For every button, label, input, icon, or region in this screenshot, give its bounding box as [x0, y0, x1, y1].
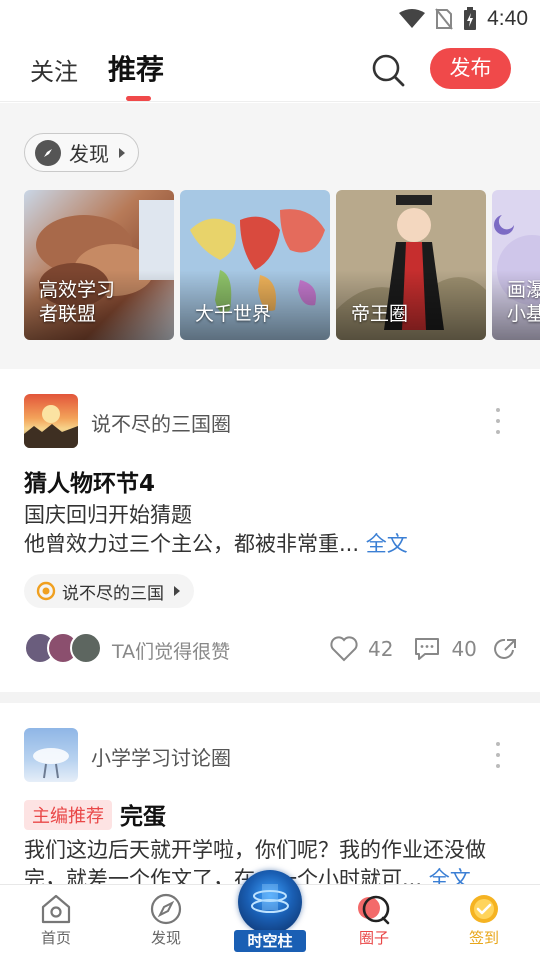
circle-cards: 高效学习 者联盟 大千世界 帝王圈 画瀑 小基 — [24, 190, 540, 340]
nav-discover[interactable]: 发现 — [126, 893, 206, 948]
tab-follow[interactable]: 关注 — [30, 52, 78, 87]
editor-pick-badge: 主编推荐 — [24, 800, 112, 830]
battery-charging-icon — [464, 7, 477, 30]
post-title: 猜人物环节4 — [24, 471, 156, 497]
nav-label: 发现 — [150, 929, 181, 947]
more-options-icon[interactable] — [494, 408, 502, 434]
circle-card-world[interactable]: 大千世界 — [180, 190, 330, 340]
card-label: 者联盟 — [39, 303, 97, 325]
discover-section: 发现 高效学习 者联盟 大千世界 帝王圈 画瀑 小基 — [0, 103, 540, 369]
post-title: 完蛋 — [120, 804, 166, 830]
share-icon[interactable] — [493, 636, 519, 662]
circle-target-icon — [36, 581, 56, 601]
post-card[interactable]: 说不尽的三国圈 猜人物环节4 国庆回归开始猜题 他曾效力过三个主公，都被非常重.… — [0, 370, 540, 692]
chevron-right-icon — [119, 147, 125, 158]
tab-recommend[interactable]: 推荐 — [108, 48, 164, 88]
home-icon — [41, 894, 71, 924]
post-body-line: 他曾效力过三个主公，都被非常重... — [24, 532, 360, 556]
discover-chip[interactable]: 发现 — [24, 133, 139, 172]
no-sim-icon — [435, 8, 453, 30]
circle-chat-icon — [358, 895, 390, 925]
nav-portal-label[interactable]: 时空柱 — [234, 930, 306, 952]
card-label: 帝王圈 — [351, 303, 409, 325]
comment-count: 40 — [451, 637, 477, 661]
circle-card-painting[interactable]: 画瀑 小基 — [492, 190, 540, 340]
more-options-icon[interactable] — [494, 742, 502, 768]
post-body: 国庆回归开始猜题 他曾效力过三个主公，都被非常重... 全文 — [24, 501, 516, 559]
card-label: 大千世界 — [195, 303, 272, 325]
circle-avatar[interactable] — [24, 394, 78, 448]
comment-icon[interactable] — [413, 636, 441, 662]
likers-avatars[interactable] — [24, 632, 104, 664]
post-title-row: 主编推荐 完蛋 — [24, 797, 166, 831]
nav-label: 圈子 — [358, 929, 389, 947]
status-bar: 4:40 — [0, 0, 540, 38]
post-stats: 42 40 — [330, 636, 519, 662]
compass-icon — [150, 893, 182, 925]
circle-avatar[interactable] — [24, 728, 78, 782]
portal-orb-icon[interactable] — [238, 870, 302, 934]
section-divider — [0, 692, 540, 703]
nav-checkin[interactable]: 签到 — [444, 893, 524, 948]
full-text-link[interactable]: 全文 — [366, 532, 408, 556]
post-card[interactable]: 小学学习讨论圈 主编推荐 完蛋 我们这边后天就开学啦，你们呢？我的作业还没做 完，… — [0, 703, 540, 891]
nav-label: 首页 — [40, 929, 71, 947]
wifi-icon — [399, 9, 426, 28]
tag-label: 说不尽的三国 — [62, 583, 164, 604]
nav-circles[interactable]: 圈子 — [334, 893, 414, 948]
card-label: 画瀑 — [507, 279, 540, 301]
chevron-right-icon — [174, 586, 180, 596]
like-count: 42 — [368, 637, 394, 661]
card-label: 小基 — [507, 303, 540, 325]
top-header: 关注 推荐 发布 — [0, 38, 540, 102]
circle-tag-chip[interactable]: 说不尽的三国 — [24, 574, 194, 608]
likers-text: TA们觉得很赞 — [112, 641, 231, 663]
circle-card-study[interactable]: 高效学习 者联盟 — [24, 190, 174, 340]
nav-home[interactable]: 首页 — [16, 893, 96, 948]
nav-label: 签到 — [468, 929, 499, 947]
active-tab-indicator — [126, 96, 151, 101]
circle-name[interactable]: 说不尽的三国圈 — [91, 408, 231, 437]
post-body-line: 我们这边后天就开学啦，你们呢？我的作业还没做 — [24, 838, 486, 862]
circle-card-emperor[interactable]: 帝王圈 — [336, 190, 486, 340]
publish-button[interactable]: 发布 — [430, 48, 511, 89]
card-label: 高效学习 — [39, 279, 116, 301]
heart-icon[interactable] — [330, 636, 358, 662]
post-body-line: 国庆回归开始猜题 — [24, 503, 192, 527]
clock: 4:40 — [487, 7, 528, 30]
search-icon[interactable] — [370, 52, 406, 88]
checkin-icon — [470, 895, 498, 923]
discover-chip-label: 发现 — [69, 142, 109, 166]
compass-icon — [35, 139, 61, 166]
circle-name[interactable]: 小学学习讨论圈 — [91, 742, 231, 771]
avatar — [70, 632, 102, 664]
